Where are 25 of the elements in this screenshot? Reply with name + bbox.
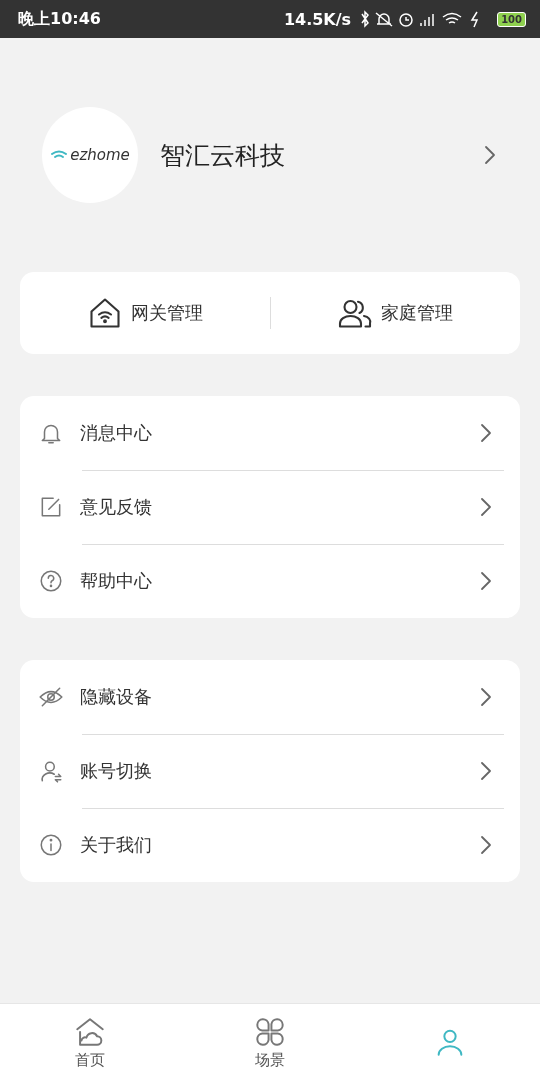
menu-item[interactable]: 隐藏设备: [80, 685, 464, 709]
logo-text: ezhome: [70, 146, 130, 164]
network-speed: 14.5K/s: [283, 9, 352, 29]
chevron-icon: [484, 145, 496, 165]
help-icon: [38, 568, 64, 594]
chevron-icon: [480, 571, 492, 591]
wifi-logo-icon: [50, 149, 69, 161]
menu-item[interactable]: 消息中心: [80, 421, 464, 445]
tab-item[interactable]: 场景: [180, 1004, 360, 1080]
quick-action-label[interactable]: 家庭管理: [381, 301, 454, 325]
menu-item[interactable]: 账号切换: [80, 759, 464, 783]
battery-indicator: 100: [497, 11, 526, 27]
chevron-icon: [480, 687, 492, 707]
menu-item[interactable]: 帮助中心: [80, 569, 464, 593]
account-name: 智汇云科技: [160, 139, 286, 172]
quick-action-label[interactable]: 网关管理: [130, 301, 203, 325]
chevron-icon: [480, 497, 492, 517]
chevron-icon: [480, 423, 492, 443]
chevron-icon: [480, 835, 492, 855]
menu-item[interactable]: 意见反馈: [80, 495, 464, 519]
menu-item[interactable]: 关于我们: [80, 833, 464, 857]
chevron-icon: [480, 761, 492, 781]
status-time: 晚上10:46: [18, 8, 101, 30]
info-icon: [38, 832, 64, 858]
tab-item[interactable]: 首页: [0, 1004, 180, 1080]
